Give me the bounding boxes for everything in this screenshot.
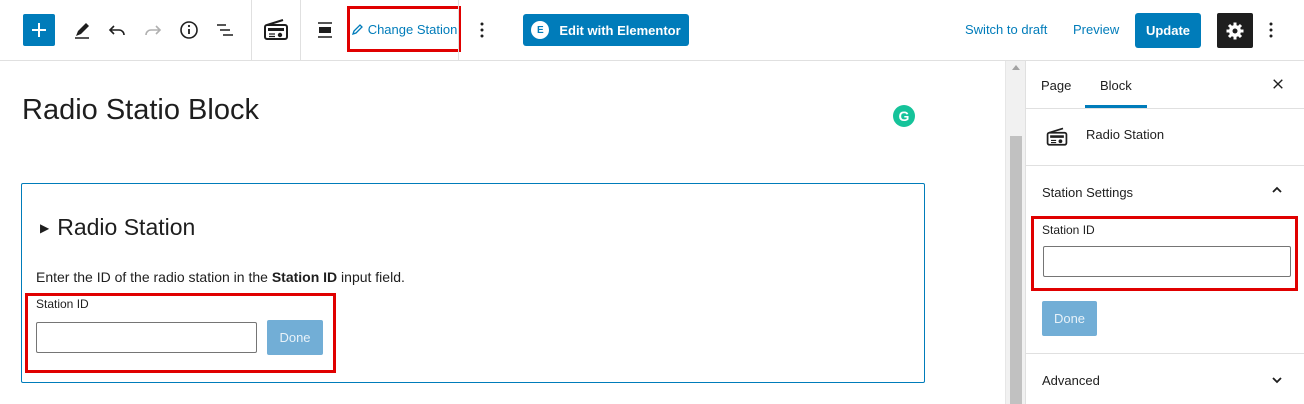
desc-text: Enter the ID of the radio station in the (36, 269, 272, 285)
block-description: Enter the ID of the radio station in the… (36, 269, 405, 285)
add-block-button[interactable] (23, 14, 55, 46)
toolbar-divider (458, 0, 459, 60)
close-sidebar-button[interactable] (1269, 75, 1287, 93)
station-settings-toggle[interactable]: Station Settings (1042, 185, 1133, 200)
desc-text-end: input field. (337, 269, 405, 285)
caret-right-icon: ▶ (40, 220, 50, 235)
block-card: Radio Station (1026, 109, 1304, 166)
switch-to-draft-button[interactable]: Switch to draft (965, 22, 1047, 37)
chevron-up-icon[interactable] (1270, 183, 1284, 197)
chevron-down-icon[interactable] (1270, 373, 1284, 387)
elementor-logo-icon: E (531, 21, 550, 39)
tools-button[interactable] (70, 18, 94, 42)
list-view-icon (217, 24, 233, 36)
pencil-icon (351, 24, 363, 36)
edit-with-elementor-label: Edit with Elementor (559, 22, 681, 38)
align-button[interactable] (313, 18, 337, 42)
plus-icon (32, 23, 46, 37)
block-heading-label: Radio Station (57, 214, 196, 240)
editor-toolbar: Change Station E Edit with Elementor Swi… (0, 0, 1304, 61)
change-station-button[interactable]: Change Station (347, 6, 461, 52)
close-icon (1273, 79, 1283, 89)
tab-page[interactable]: Page (1041, 78, 1071, 93)
sidebar-tabs: Page Block (1026, 61, 1304, 109)
advanced-toggle[interactable]: Advanced (1042, 373, 1100, 388)
details-button[interactable] (177, 18, 201, 42)
settings-button[interactable] (1217, 13, 1253, 48)
page-title[interactable]: Radio Statio Block (22, 94, 259, 127)
radio-icon (1046, 127, 1068, 146)
block-card-title: Radio Station (1086, 127, 1165, 142)
more-menu-button[interactable] (1259, 18, 1283, 42)
highlight-box (25, 293, 336, 373)
toolbar-divider (251, 0, 252, 60)
radio-icon (264, 19, 288, 40)
desc-bold: Station ID (271, 269, 338, 285)
align-icon (318, 22, 332, 38)
panel-divider (1026, 353, 1304, 354)
change-station-label: Change Station (367, 21, 458, 37)
outline-button[interactable] (213, 18, 237, 42)
block-type-button[interactable] (262, 16, 290, 44)
scroll-up-icon[interactable] (1012, 65, 1020, 70)
scrollbar-thumb[interactable] (1010, 136, 1022, 404)
redo-icon (145, 25, 162, 36)
toolbar-divider (300, 0, 301, 60)
active-tab-indicator (1085, 105, 1147, 108)
redo-button[interactable] (141, 18, 165, 42)
undo-button[interactable] (105, 18, 129, 42)
pencil-icon (75, 23, 89, 39)
update-button[interactable]: Update (1135, 13, 1201, 48)
edit-with-elementor-button[interactable]: E Edit with Elementor (523, 14, 689, 46)
gear-icon (1226, 22, 1244, 39)
info-icon (180, 21, 198, 39)
undo-icon (108, 25, 125, 36)
tab-block[interactable]: Block (1100, 78, 1132, 93)
highlight-box (1031, 216, 1298, 291)
more-vertical-icon (1269, 22, 1273, 38)
preview-button[interactable]: Preview (1073, 22, 1119, 37)
block-options-button[interactable] (470, 18, 494, 42)
grammarly-icon[interactable]: G (893, 105, 915, 127)
editor-scrollbar[interactable] (1005, 61, 1025, 404)
more-vertical-icon (480, 22, 484, 38)
block-heading: ▶ Radio Station (40, 214, 195, 241)
sidebar-done-button[interactable]: Done (1042, 301, 1097, 336)
